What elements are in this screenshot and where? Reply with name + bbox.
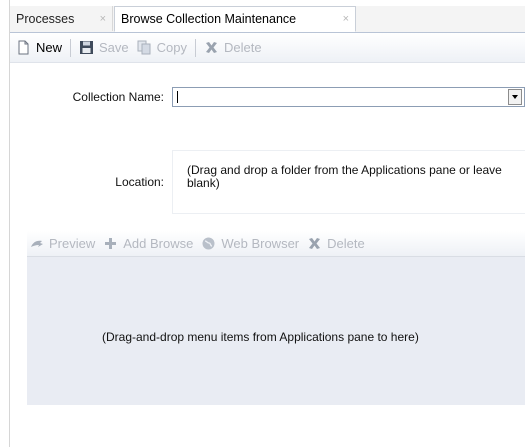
delete-button-label: Delete (224, 40, 262, 55)
plus-icon (103, 236, 118, 251)
tab-browse-collection-maintenance-label: Browse Collection Maintenance (121, 12, 297, 26)
floppy-disk-icon (79, 40, 94, 55)
close-icon[interactable]: × (343, 13, 349, 25)
delete-button[interactable]: Delete (204, 40, 262, 55)
document-tab-bar: Processes × Browse Collection Maintenanc… (10, 6, 525, 33)
new-button-label: New (36, 40, 63, 55)
tab-processes-label: Processes (16, 11, 75, 26)
location-drop-target[interactable]: (Drag and drop a folder from the Applica… (172, 150, 525, 214)
globe-icon (201, 236, 216, 251)
add-browse-button[interactable]: Add Browse (103, 236, 193, 251)
delete-menu-item-button[interactable]: Delete (307, 236, 365, 251)
collection-name-label: Collection Name: (72, 90, 164, 104)
web-browser-button-label: Web Browser (221, 236, 300, 251)
delete-menu-item-button-label: Delete (327, 236, 365, 251)
main-toolbar: New Save Copy Delete (10, 33, 525, 63)
location-hint: (Drag and drop a folder from the Applica… (187, 163, 502, 190)
text-cursor (177, 91, 178, 103)
chevron-down-icon[interactable] (508, 89, 522, 105)
web-browser-button[interactable]: Web Browser (201, 236, 299, 251)
toolbar-separator (195, 38, 197, 57)
drop-zone-hint: (Drag-and-drop menu items from Applicati… (102, 330, 419, 344)
preview-button-label: Preview (49, 236, 96, 251)
copy-button[interactable]: Copy (137, 40, 187, 55)
left-panel-edge (0, 0, 10, 447)
save-button[interactable]: Save (79, 40, 129, 55)
new-document-icon (16, 40, 31, 55)
delete-x-icon (204, 40, 219, 55)
copy-icon (137, 40, 152, 55)
copy-button-label: Copy (156, 40, 188, 55)
preview-icon (29, 236, 44, 251)
preview-button[interactable]: Preview (29, 236, 95, 251)
close-icon[interactable]: × (100, 13, 106, 25)
tab-browse-collection-maintenance[interactable]: Browse Collection Maintenance × (114, 6, 356, 32)
save-button-label: Save (99, 40, 129, 55)
location-label: Location: (115, 175, 164, 189)
collection-name-combobox[interactable] (172, 87, 525, 107)
new-button[interactable]: New (16, 40, 62, 55)
delete-x-icon (307, 236, 322, 251)
toolbar-separator (70, 38, 72, 57)
menu-items-drop-zone[interactable]: (Drag-and-drop menu items from Applicati… (27, 257, 525, 405)
menu-items-toolbar: Preview Add Browse Web Browser Delete (27, 231, 525, 257)
add-browse-button-label: Add Browse (123, 236, 194, 251)
tab-processes[interactable]: Processes × (10, 6, 113, 31)
